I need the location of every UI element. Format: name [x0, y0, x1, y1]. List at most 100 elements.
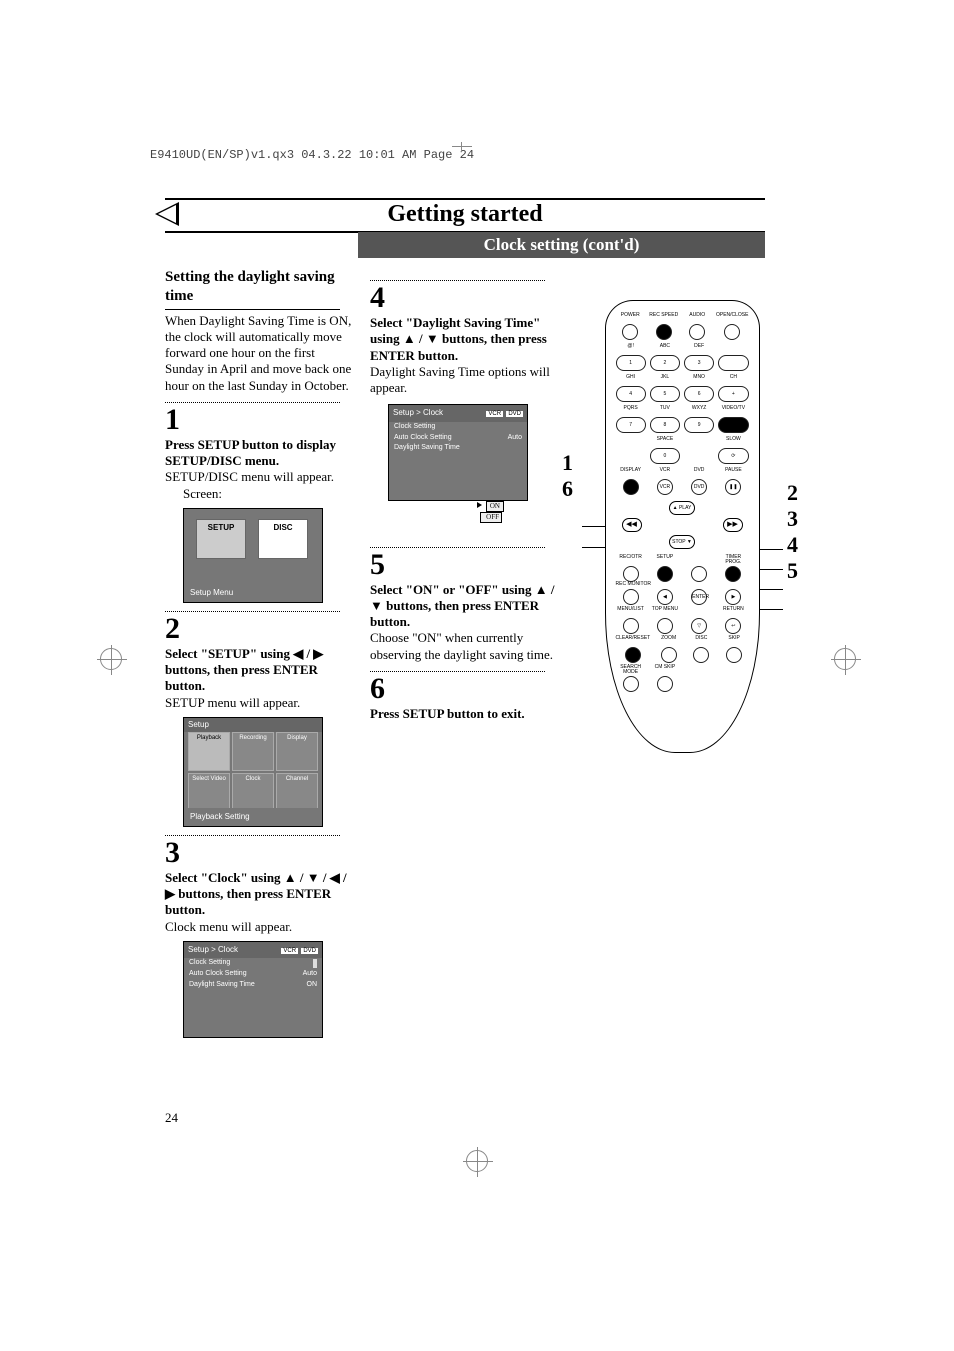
osd-tile: Clock	[232, 773, 274, 812]
osd-tag: VCR	[486, 411, 503, 417]
num-5-button[interactable]: 5	[650, 386, 680, 402]
callout-line	[759, 589, 783, 590]
search-mode-button[interactable]	[623, 676, 639, 692]
top-menu-button[interactable]	[657, 618, 673, 634]
btn-sublabel: @!	[616, 344, 646, 351]
num-7-button[interactable]: 7	[616, 417, 646, 433]
num-0-button[interactable]: 0	[650, 448, 680, 464]
btn-label: REC SPEED	[649, 313, 679, 320]
menu-list-button[interactable]	[623, 618, 639, 634]
clear-reset-button[interactable]	[625, 647, 641, 663]
cm-skip-button[interactable]	[657, 676, 673, 692]
nav-left-button[interactable]: ◀	[657, 589, 673, 605]
osd-breadcrumb: Setup > Clock	[393, 408, 443, 419]
slow-button[interactable]: ⟳	[718, 448, 748, 464]
vcr-button[interactable]: VCR	[657, 479, 673, 495]
step-number-5: 5	[370, 550, 565, 580]
osd-tile: Display	[276, 732, 318, 771]
callout-4: 4	[787, 532, 798, 558]
btn-label: RETURN	[718, 607, 748, 614]
step1-result: SETUP/DISC menu will appear.	[165, 469, 355, 485]
btn-label: TIMER PROG.	[718, 555, 748, 562]
ch-up-button[interactable]	[718, 355, 748, 371]
num-3-button[interactable]: 3	[684, 355, 714, 371]
return-button[interactable]: ↩	[725, 618, 741, 634]
rec-otr-button[interactable]	[623, 566, 639, 582]
btn-label: ZOOM	[654, 636, 683, 643]
ch-button[interactable]: +	[718, 386, 748, 402]
prepress-header: E9410UD(EN/SP)v1.qx3 04.3.22 10:01 AM Pa…	[150, 148, 474, 162]
step1-screen-label: Screen:	[165, 486, 355, 502]
btn-sublabel: PQRS	[616, 406, 646, 413]
play-up-button[interactable]: ▲ PLAY	[669, 501, 695, 515]
registration-mark-right	[834, 648, 856, 670]
osd-dst-options: ON OFF	[468, 501, 504, 523]
num-1-button[interactable]: 1	[616, 355, 646, 371]
btn-sublabel: SLOW	[718, 437, 748, 444]
step2-result: SETUP menu will appear.	[165, 695, 355, 711]
step-divider	[370, 280, 545, 281]
stop-down-button[interactable]: STOP ▼	[669, 535, 695, 549]
osd-tag: DVD	[301, 948, 318, 954]
btn-sublabel: MNO	[684, 375, 714, 382]
setup-button[interactable]	[657, 566, 673, 582]
middle-column: 4 Select "Daylight Saving Time" using ▲ …	[370, 272, 565, 722]
osd-caption: Playback Setting	[184, 808, 322, 826]
btn-sublabel: ABC	[650, 344, 680, 351]
btn-sublabel: SPACE	[650, 437, 680, 444]
step2-instruction: Select "SETUP" using ◀ / ▶ buttons, then…	[165, 646, 355, 695]
num-6-button[interactable]: 6	[684, 386, 714, 402]
step-number-6: 6	[370, 674, 565, 704]
audio-button[interactable]	[689, 324, 705, 340]
osd-item: Auto Clock Setting	[394, 434, 452, 443]
rec-speed-button[interactable]	[656, 324, 672, 340]
btn-label: TOP MENU	[650, 607, 680, 614]
registration-mark-bottom	[466, 1150, 488, 1172]
left-column: Setting the daylight saving time When Da…	[165, 268, 355, 1044]
disc-skip-next-button[interactable]	[726, 647, 742, 663]
remote-outline: POWER REC SPEED AUDIO OPEN/CLOSE @! ABC …	[605, 300, 760, 753]
section-subtitle: Clock setting (cont'd)	[358, 232, 765, 258]
osd-tile: Channel	[276, 773, 318, 812]
callout-line	[759, 569, 783, 570]
btn-sublabel: JKL	[650, 375, 680, 382]
display-button[interactable]	[623, 479, 639, 495]
btn-sublabel: DEF	[684, 344, 714, 351]
osd-option-on: ON	[486, 501, 504, 512]
power-button[interactable]	[622, 324, 638, 340]
disc-skip-prev-button[interactable]	[693, 647, 709, 663]
step-divider	[370, 547, 545, 548]
osd-breadcrumb: Setup > Clock	[188, 945, 238, 956]
zoom-button[interactable]	[661, 647, 677, 663]
num-2-button[interactable]: 2	[650, 355, 680, 371]
screenshot-clock-dst: Setup > Clock VCR DVD Clock Setting Auto…	[388, 404, 528, 501]
osd-header: Setup	[184, 718, 322, 732]
osd-tag: VCR	[281, 948, 298, 954]
rewind-left-button[interactable]: ◀◀	[622, 518, 642, 532]
num-9-button[interactable]: 9	[684, 417, 714, 433]
osd-item: Daylight Saving Time	[189, 981, 255, 990]
step5-result: Choose "ON" when currently observing the…	[370, 630, 565, 663]
callout-5: 5	[787, 558, 798, 584]
callout-3: 3	[787, 506, 798, 532]
pause-button[interactable]: ❚❚	[725, 479, 741, 495]
nav-down-button[interactable]: ▽	[691, 618, 707, 634]
enter-button[interactable]: ENTER	[691, 589, 707, 605]
dvd-button[interactable]: DVD	[691, 479, 707, 495]
timer-prog-button[interactable]	[725, 566, 741, 582]
nav-up-button[interactable]	[691, 566, 707, 582]
callout-2: 2	[787, 480, 798, 506]
btn-label: DISPLAY	[616, 468, 646, 475]
btn-label: SKIP	[720, 636, 749, 643]
osd-item: Auto Clock Setting	[189, 970, 247, 979]
osd-item: Clock Setting	[189, 959, 230, 968]
rec-monitor-button[interactable]	[623, 589, 639, 605]
fold-mark	[452, 146, 472, 160]
nav-right-button[interactable]: ▶	[725, 589, 741, 605]
num-4-button[interactable]: 4	[616, 386, 646, 402]
open-close-button[interactable]	[724, 324, 740, 340]
cursor-icon	[477, 502, 482, 508]
num-8-button[interactable]: 8	[650, 417, 680, 433]
video-tv-button[interactable]: ●	[718, 417, 748, 433]
ffwd-right-button[interactable]: ▶▶	[723, 518, 743, 532]
